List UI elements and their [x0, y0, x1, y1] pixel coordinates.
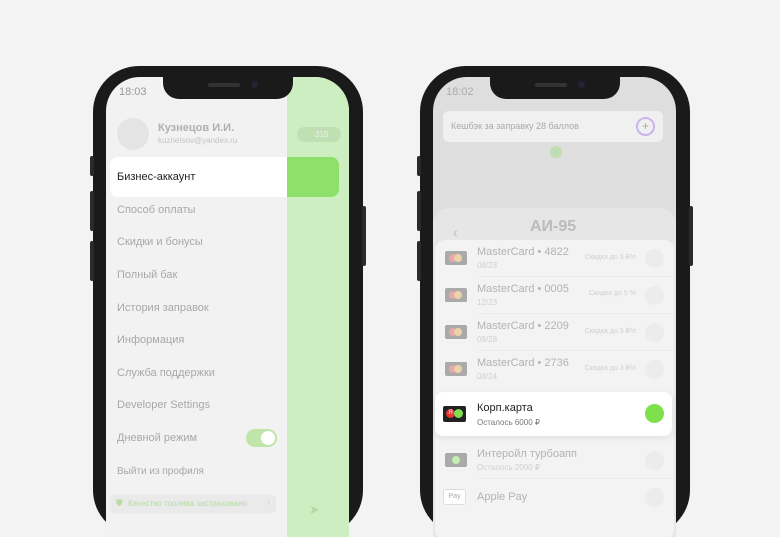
radio-button[interactable]: [645, 286, 664, 305]
menu-item-payment[interactable]: Способ оплаты: [117, 204, 195, 216]
mastercard-icon: [445, 362, 467, 376]
points-badge[interactable]: 315: [297, 127, 341, 142]
chevron-right-icon: ›: [267, 497, 270, 507]
map-view[interactable]: 315 ➤: [287, 77, 349, 537]
profile-name: Кузнецов И.И.: [158, 122, 235, 134]
cashback-banner[interactable]: Кешбэк за заправку 28 баллов +: [443, 111, 663, 142]
status-time: 18:03: [119, 86, 147, 98]
radio-button[interactable]: [645, 249, 664, 268]
radio-button[interactable]: [645, 360, 664, 379]
mastercard-icon: [445, 288, 467, 302]
payment-list: MasterCard • 4822 08/23 Скидка до 3 ₽/л Ma…: [435, 240, 674, 537]
radio-selected[interactable]: [645, 404, 664, 423]
profile-email: kuznetsov@yandex.ru: [158, 136, 238, 145]
logout-link[interactable]: Выйти из профиля: [117, 466, 204, 477]
menu-item-developer[interactable]: Developer Settings: [117, 399, 210, 411]
payment-card-item[interactable]: MasterCard • 2736 08/24 Скидка до 3 ₽/л: [435, 351, 674, 388]
map-highlight: [287, 157, 339, 197]
day-mode-toggle[interactable]: [246, 429, 277, 447]
radio-button[interactable]: [645, 451, 664, 470]
day-mode-label: Дневной режим: [117, 432, 198, 444]
menu-item-full-tank[interactable]: Полный бак: [117, 269, 177, 281]
station-marker[interactable]: [550, 146, 562, 158]
interoil-card-icon: [445, 453, 467, 467]
apple-pay-icon: Pay: [443, 489, 466, 505]
shield-icon: ⛊: [116, 498, 123, 508]
radio-button[interactable]: [645, 323, 664, 342]
back-icon[interactable]: ‹: [453, 224, 458, 240]
payment-card-item[interactable]: MasterCard • 4822 08/23 Скидка до 3 ₽/л: [435, 240, 674, 277]
mastercard-icon: [445, 325, 467, 339]
interoil-item[interactable]: Интеройл турбоапп Осталось 2000 ₽: [435, 442, 674, 479]
apple-pay-item[interactable]: Pay Apple Pay: [435, 479, 674, 516]
corp-card-item-selected[interactable]: Я Корп.карта Осталось 6000 ₽: [435, 392, 672, 436]
menu-item-discounts[interactable]: Скидки и бонусы: [117, 236, 203, 248]
payment-card-item[interactable]: MasterCard • 0005 12/23 Скидка до 5 %: [435, 277, 674, 314]
fuel-quality-banner[interactable]: ⛊ Качество топлива застраховано ›: [110, 494, 276, 514]
avatar[interactable]: [117, 118, 149, 150]
radio-button[interactable]: [645, 488, 664, 507]
menu-item-info[interactable]: Информация: [117, 334, 184, 346]
menu-item-history[interactable]: История заправок: [117, 302, 209, 314]
phone-left: 315 ➤ 18:03 Кузнецов И.И. kuznetsov@yand…: [90, 66, 366, 537]
phone-right: 18:02 Кешбэк за заправку 28 баллов + ‹ А…: [417, 66, 693, 537]
fuel-title: АИ-95: [530, 218, 577, 235]
yandex-card-icon: Я: [443, 406, 466, 422]
menu-item-support[interactable]: Служба поддержки: [117, 367, 215, 379]
payment-card-item[interactable]: MasterCard • 2209 09/28 Скидка до 3 ₽/л: [435, 314, 674, 351]
mastercard-icon: [445, 251, 467, 265]
plus-points-icon: +: [636, 117, 655, 136]
menu-item-business[interactable]: Бизнес-аккаунт: [110, 157, 287, 197]
status-time: 18:02: [446, 86, 474, 98]
locate-icon[interactable]: ➤: [309, 502, 320, 518]
